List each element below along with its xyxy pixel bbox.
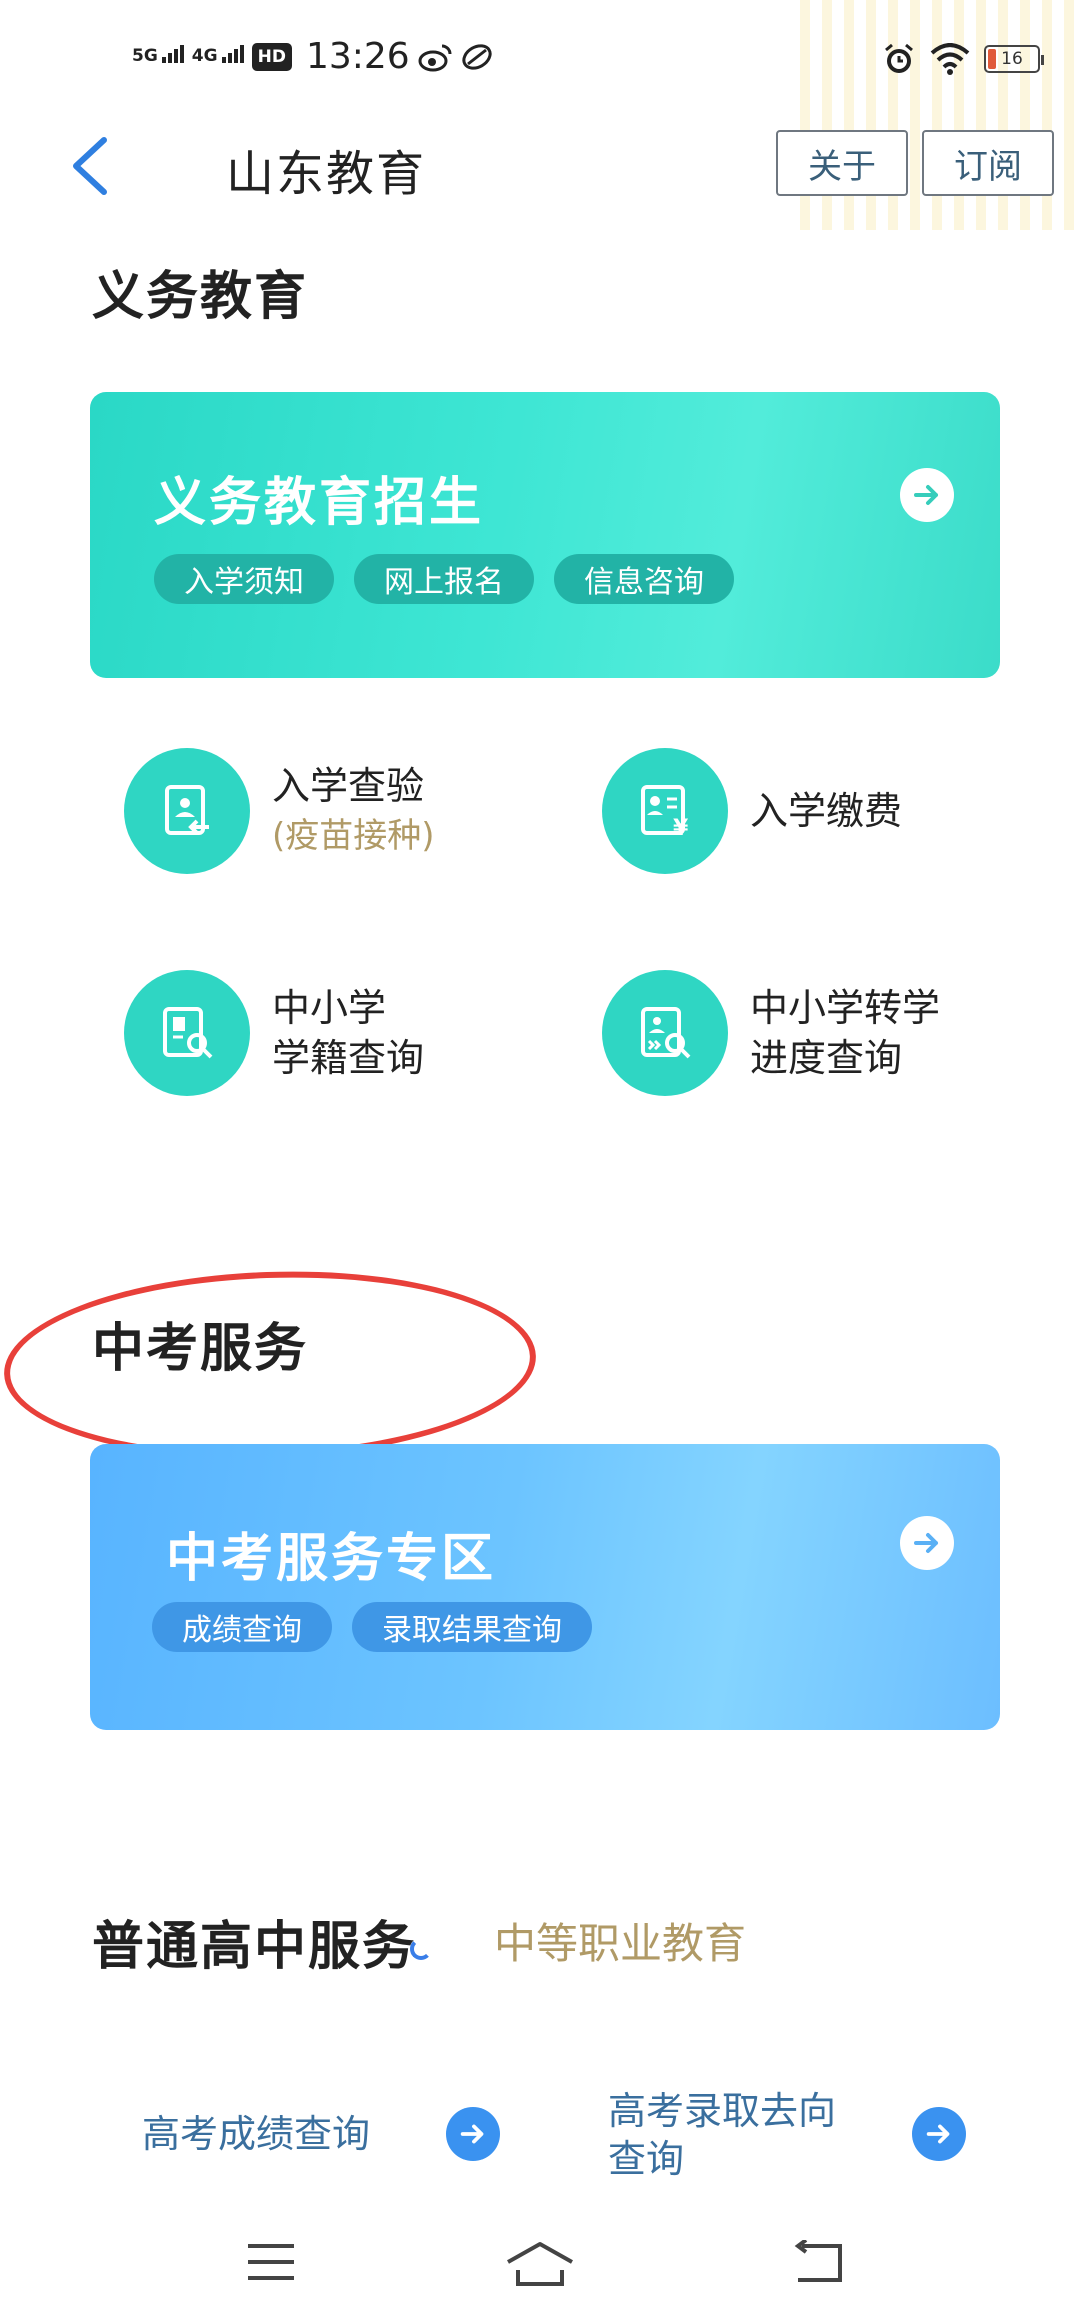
chip-score-query[interactable]: 成绩查询 bbox=[152, 1602, 332, 1652]
arrow-right-icon bbox=[912, 2107, 966, 2161]
link-label-line2: 查询 bbox=[608, 2137, 685, 2181]
subscribe-button[interactable]: 订阅 bbox=[922, 130, 1054, 196]
service-label-main: 入学缴费 bbox=[750, 789, 903, 833]
document-check-icon bbox=[124, 748, 250, 874]
service-label: 中小学 学籍查询 bbox=[272, 983, 424, 1083]
weibo-icon bbox=[418, 44, 452, 71]
service-label-main: 中小学 bbox=[272, 986, 387, 1030]
service-label-sub: (疫苗接种) bbox=[272, 816, 435, 856]
about-button[interactable]: 关于 bbox=[776, 130, 908, 196]
loading-spinner-icon bbox=[410, 1938, 432, 1960]
page-title: 山东教育 bbox=[226, 146, 427, 202]
clock: 13:26 bbox=[305, 36, 410, 77]
service-student-record-query[interactable]: 中小学 学籍查询 bbox=[124, 970, 424, 1096]
svg-text:¥: ¥ bbox=[673, 816, 689, 841]
network-type-1: 5G bbox=[132, 46, 158, 66]
service-label: 入学查验 (疫苗接种) bbox=[272, 761, 435, 861]
banner-chips: 入学须知 网上报名 信息咨询 bbox=[154, 554, 734, 604]
battery-level: 16 bbox=[1001, 49, 1023, 69]
service-enrollment-check[interactable]: 入学查验 (疫苗接种) bbox=[124, 748, 435, 874]
banner-chips: 成绩查询 录取结果查询 bbox=[152, 1602, 592, 1652]
service-label-main: 入学查验 bbox=[272, 764, 425, 808]
service-enrollment-payment[interactable]: ¥ 入学缴费 bbox=[602, 748, 902, 874]
service-label-second: 进度查询 bbox=[750, 1036, 903, 1080]
annotation-circle bbox=[0, 1262, 540, 1468]
arrow-right-icon[interactable] bbox=[900, 468, 954, 522]
tab-vocational-education[interactable]: 中等职业教育 bbox=[494, 1910, 746, 1971]
battery-icon: 16 bbox=[984, 45, 1044, 73]
section-title-compulsory: 义务教育 bbox=[92, 267, 309, 327]
arrow-right-icon[interactable] bbox=[900, 1516, 954, 1570]
payment-card-icon: ¥ bbox=[602, 748, 728, 874]
signal-4g-icon: 4G bbox=[191, 45, 244, 66]
back-arrow-icon[interactable] bbox=[66, 136, 110, 196]
link-gaokao-admission-destination[interactable]: 高考录取去向 查询 bbox=[608, 2080, 968, 2190]
wifi-icon bbox=[930, 43, 970, 75]
service-label: 入学缴费 bbox=[750, 786, 902, 836]
record-search-icon bbox=[124, 970, 250, 1096]
alarm-icon bbox=[885, 43, 913, 73]
chip-online-registration[interactable]: 网上报名 bbox=[354, 554, 534, 604]
app-notification-icon bbox=[462, 43, 492, 70]
tab-high-school-service[interactable]: 普通高中服务 bbox=[92, 1904, 416, 1979]
link-label-line1: 高考录取去向 bbox=[608, 2089, 837, 2133]
service-label: 中小学转学 进度查询 bbox=[750, 983, 940, 1083]
compulsory-enrollment-banner[interactable]: 义务教育招生 入学须知 网上报名 信息咨询 bbox=[90, 392, 1000, 678]
chip-info-consult[interactable]: 信息咨询 bbox=[554, 554, 734, 604]
arrow-right-icon bbox=[446, 2107, 500, 2161]
chip-enrollment-notice[interactable]: 入学须知 bbox=[154, 554, 334, 604]
menu-icon[interactable] bbox=[244, 2240, 298, 2284]
signal-5g-icon: 5G bbox=[132, 45, 184, 66]
service-transfer-progress-query[interactable]: 中小学转学 进度查询 bbox=[602, 970, 940, 1096]
chip-admission-result-query[interactable]: 录取结果查询 bbox=[352, 1602, 592, 1652]
link-gaokao-score-query[interactable]: 高考成绩查询 bbox=[142, 2104, 502, 2164]
status-bar-right: 16 bbox=[882, 42, 1044, 76]
back-nav-icon[interactable] bbox=[790, 2240, 846, 2286]
home-icon[interactable] bbox=[504, 2240, 576, 2290]
hd-icon: HD bbox=[251, 42, 292, 71]
transfer-search-icon bbox=[602, 970, 728, 1096]
link-label: 高考成绩查询 bbox=[142, 2112, 371, 2156]
network-type-2: 4G bbox=[191, 46, 218, 66]
zhongkao-service-banner[interactable]: 中考服务专区 成绩查询 录取结果查询 bbox=[90, 1444, 1000, 1730]
service-label-main: 中小学转学 bbox=[750, 986, 941, 1030]
service-label-second: 学籍查询 bbox=[272, 1036, 425, 1080]
status-bar-left: 5G 4G HD 13:26 bbox=[132, 36, 494, 77]
banner-title: 中考服务专区 bbox=[166, 1529, 497, 1589]
system-nav-bar bbox=[0, 2230, 1080, 2310]
status-bar: 5G 4G HD 13:26 16 bbox=[0, 0, 1080, 230]
banner-title: 义务教育招生 bbox=[154, 473, 485, 533]
link-label: 高考录取去向 查询 bbox=[608, 2087, 836, 2183]
